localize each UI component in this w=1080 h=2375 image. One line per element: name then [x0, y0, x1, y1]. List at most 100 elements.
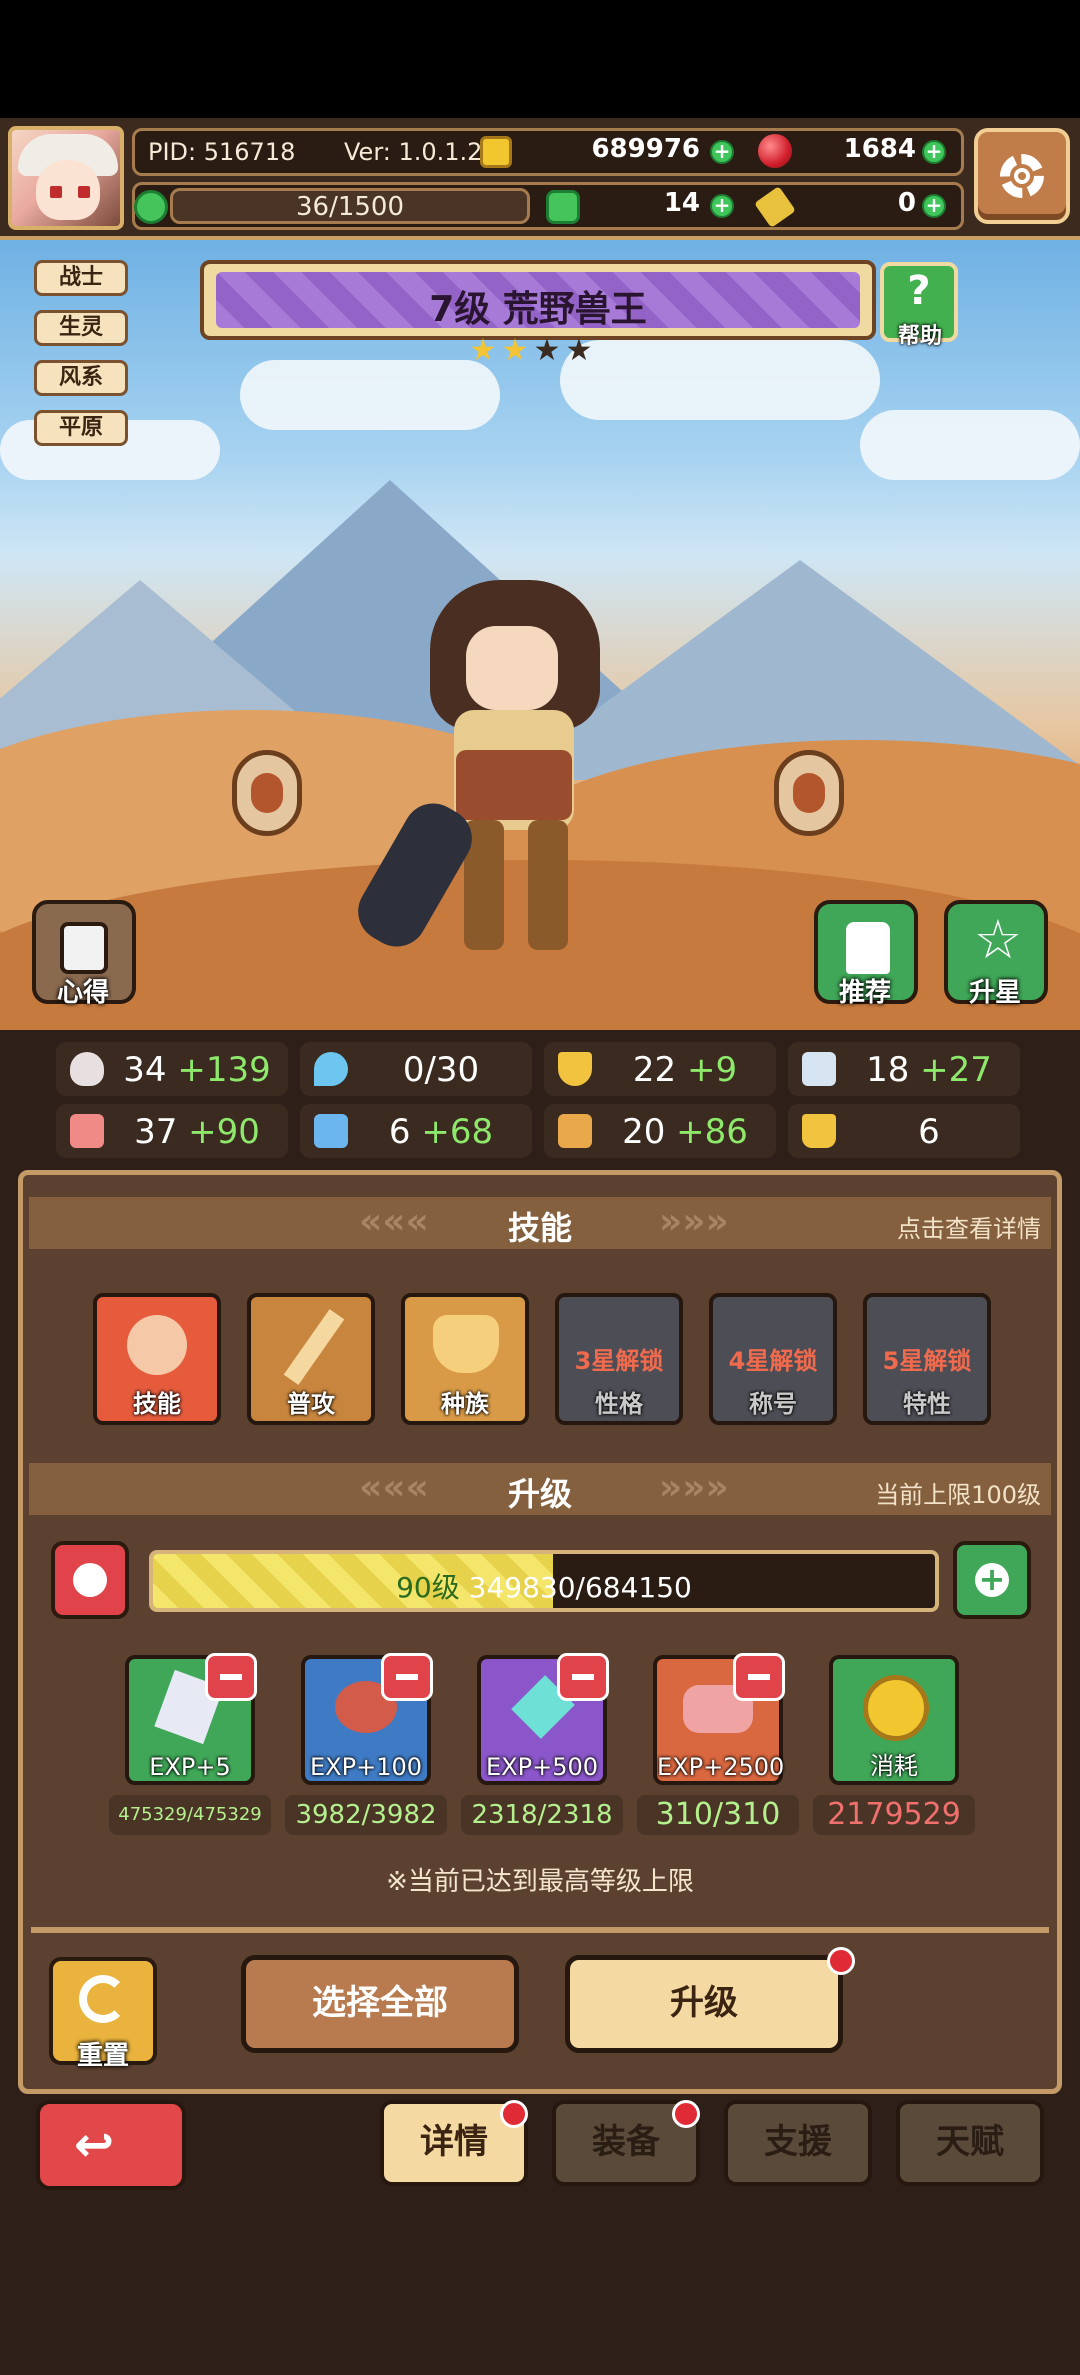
- level-up-plus-button[interactable]: +: [953, 1541, 1031, 1619]
- tag-class[interactable]: 战士: [34, 260, 128, 296]
- stamina-value: 36/1500: [295, 192, 404, 222]
- meat-icon: [251, 773, 283, 813]
- back-arrow-icon: ↩: [74, 2117, 115, 2173]
- thumbs-up-icon: [846, 922, 890, 974]
- unlock-requirement: 4星解锁: [728, 1347, 818, 1375]
- sword-icon: [283, 1309, 345, 1385]
- notes-label: 心得: [56, 978, 109, 1008]
- hero-scene: 战士 生灵 风系 平原 7级 荒野兽王 ? 帮助 ★ ★ ★ ★ 心得 推荐 ☆…: [0, 240, 1080, 1030]
- exp-progress-bar: 90级 349830/684150: [149, 1550, 939, 1612]
- star-icon-filled: ★: [501, 333, 529, 368]
- add-gold-button[interactable]: +: [710, 140, 734, 164]
- exp-item-small[interactable]: EXP+5: [125, 1653, 257, 1785]
- hero-sprite[interactable]: [347, 580, 640, 960]
- skill-label: 称号: [749, 1390, 797, 1418]
- stat-luck[interactable]: 6: [788, 1104, 1020, 1158]
- fist-icon: [70, 1114, 104, 1148]
- stat-attack-value: 37 +90: [134, 1112, 260, 1152]
- hero-title: 7级 荒野兽王: [429, 289, 647, 330]
- exp-item-count: 2318/2318: [461, 1795, 623, 1835]
- notes-icon: [60, 922, 108, 974]
- hero-face: [466, 626, 558, 710]
- skill-active[interactable]: 技能: [93, 1293, 221, 1425]
- help-label: 帮助: [897, 324, 942, 349]
- stat-hp[interactable]: 34 +139: [56, 1042, 288, 1096]
- shield-icon: [558, 1052, 592, 1086]
- boot-icon: [558, 1114, 592, 1148]
- exp-item-count: 475329/475329: [109, 1795, 271, 1835]
- upgrade-button[interactable]: 升级: [565, 1955, 843, 2053]
- tag-terrain[interactable]: 平原: [34, 410, 128, 446]
- skill-normal-attack[interactable]: 普攻: [247, 1293, 375, 1425]
- tab-talent[interactable]: 天赋: [896, 2100, 1044, 2186]
- question-icon: ?: [907, 268, 931, 314]
- player-avatar[interactable]: [8, 126, 124, 230]
- remove-item-button[interactable]: [733, 1653, 785, 1701]
- stat-attack[interactable]: 37 +90: [56, 1104, 288, 1158]
- settings-button[interactable]: [974, 128, 1070, 224]
- top-status-bar: PID: 516718 Ver: 1.0.1.2 689976 + 1684 +…: [0, 118, 1080, 240]
- hero-stats-grid: 34 +139 0/30 22 +9 18 +27 37 +90 6 +68 2…: [0, 1030, 1080, 1170]
- exp-item-label: EXP+2500: [657, 1753, 785, 1781]
- add-key-button[interactable]: +: [922, 194, 946, 218]
- gem-amount: 1684: [843, 134, 916, 164]
- game-version: Ver: 1.0.1.2: [344, 138, 483, 166]
- select-all-button[interactable]: 选择全部: [241, 1955, 519, 2053]
- tab-support[interactable]: 支援: [724, 2100, 872, 2186]
- stat-agility[interactable]: 20 +86: [544, 1104, 776, 1158]
- remove-item-button[interactable]: [557, 1653, 609, 1701]
- skills-hint: 点击查看详情: [897, 1215, 1041, 1243]
- tag-race[interactable]: 生灵: [34, 310, 128, 346]
- key-amount: 0: [897, 188, 916, 218]
- remove-item-button[interactable]: [205, 1653, 257, 1701]
- star-icon-empty: ★: [533, 333, 561, 368]
- add-gem-button[interactable]: +: [922, 140, 946, 164]
- stat-defense[interactable]: 22 +9: [544, 1042, 776, 1096]
- tag-element[interactable]: 风系: [34, 360, 128, 396]
- gold-amount: 689976: [591, 134, 700, 164]
- remove-item-button[interactable]: [381, 1653, 433, 1701]
- star-up-label: 升星: [968, 978, 1021, 1008]
- back-button[interactable]: ↩: [36, 2100, 186, 2190]
- gold-coin-icon: [480, 136, 512, 168]
- stat-magic[interactable]: 6 +68: [300, 1104, 532, 1158]
- add-clover-button[interactable]: +: [710, 194, 734, 218]
- meat-icon: [793, 773, 825, 813]
- exp-item-medium[interactable]: EXP+100: [301, 1653, 433, 1785]
- clover-amount: 14: [663, 188, 700, 218]
- exp-item-count: 310/310: [637, 1795, 799, 1835]
- skill-label: 技能: [133, 1390, 181, 1418]
- book-icon: [314, 1114, 348, 1148]
- stat-speed[interactable]: 18 +27: [788, 1042, 1020, 1096]
- star-icon-empty: ★: [565, 333, 593, 368]
- skill-label: 特性: [903, 1390, 951, 1418]
- stat-mana[interactable]: 0/30: [300, 1042, 532, 1096]
- player-id: PID: 516718: [148, 138, 296, 166]
- skill-title-locked[interactable]: 4星解锁 称号: [709, 1293, 837, 1425]
- skill-icon: [127, 1315, 187, 1375]
- exp-item-large[interactable]: EXP+500: [477, 1653, 609, 1785]
- divider: [31, 1927, 1049, 1933]
- skill-personality-locked[interactable]: 3星解锁 性格: [555, 1293, 683, 1425]
- level-down-button[interactable]: [51, 1541, 129, 1619]
- exp-item-count: 3982/3982: [285, 1795, 447, 1835]
- exp-item-huge[interactable]: EXP+2500: [653, 1653, 785, 1785]
- lower-area: ««« »»» 技能 点击查看详情 技能 普攻 种族 3星解锁 性格 4星解锁 …: [0, 1170, 1080, 2375]
- crown-icon: [802, 1114, 836, 1148]
- speed-icon: [802, 1052, 836, 1086]
- stat-speed-value: 18 +27: [866, 1050, 992, 1090]
- stat-defense-value: 22 +9: [632, 1050, 738, 1090]
- exp-item-label: EXP+500: [486, 1753, 598, 1781]
- reset-label: 重置: [76, 2041, 129, 2071]
- skill-trait-locked[interactable]: 5星解锁 特性: [863, 1293, 991, 1425]
- skill-label: 普攻: [287, 1390, 335, 1418]
- meat-badge-left[interactable]: [232, 750, 302, 836]
- stamina-clover-icon: [134, 190, 168, 224]
- skill-race[interactable]: 种族: [401, 1293, 529, 1425]
- unlock-requirement: 5星解锁: [882, 1347, 972, 1375]
- avatar-face: [36, 160, 100, 220]
- exp-text: 90级 349830/684150: [396, 1571, 692, 1604]
- star-icon: ☆: [973, 908, 1023, 971]
- meat-badge-right[interactable]: [774, 750, 844, 836]
- skills-section-header[interactable]: ««« »»» 技能 点击查看详情: [29, 1197, 1051, 1249]
